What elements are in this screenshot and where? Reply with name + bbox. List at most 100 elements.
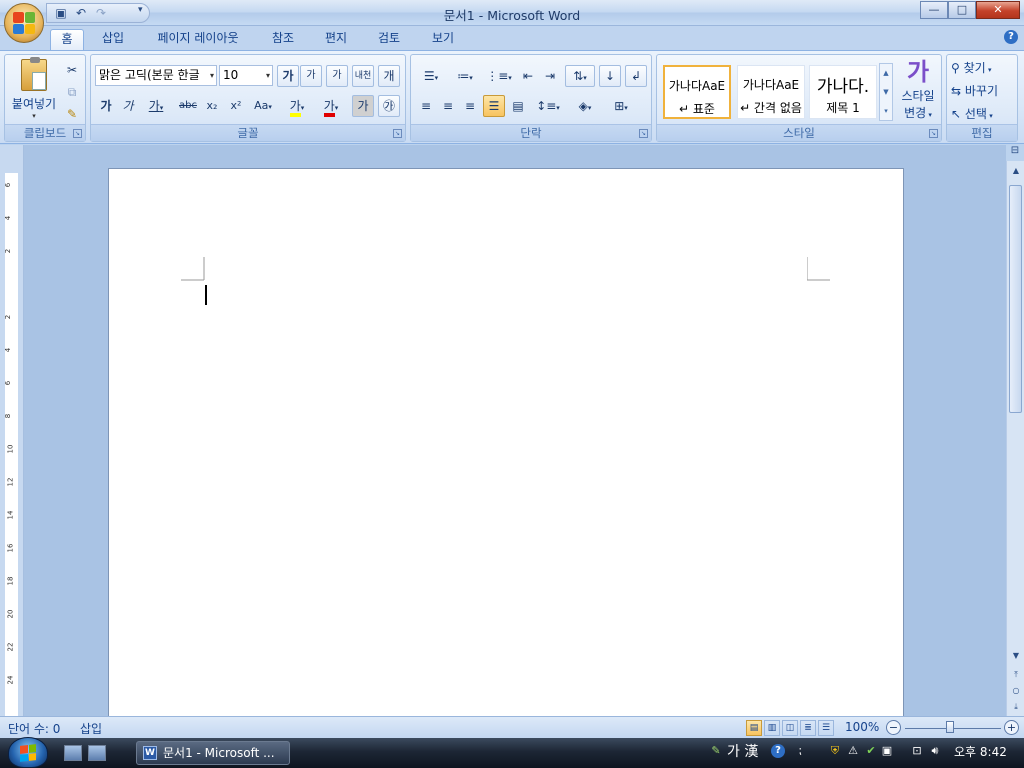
office-button[interactable] xyxy=(4,3,44,43)
help-icon[interactable]: ? xyxy=(1004,30,1018,44)
ime-options-icon[interactable]: ⁏ xyxy=(793,744,807,758)
zoom-slider-thumb[interactable] xyxy=(946,721,954,733)
enclose-characters-button[interactable]: ㉮ xyxy=(378,95,400,117)
format-painter-icon[interactable]: ✎ xyxy=(61,103,83,125)
next-page-icon[interactable]: ⤓ xyxy=(1008,699,1024,715)
font-size-combo[interactable]: 10 ▾ xyxy=(219,65,273,86)
previous-page-icon[interactable]: ⤒ xyxy=(1008,667,1024,683)
bold-button[interactable]: 가 xyxy=(95,95,117,117)
font-color-button[interactable]: 가▾ xyxy=(315,95,347,117)
distributed-button[interactable]: ▤ xyxy=(507,95,529,117)
switch-windows-icon[interactable] xyxy=(88,745,106,761)
font-name-combo[interactable]: 맑은 고딕(본문 한글 ▾ xyxy=(95,65,217,86)
phonetic-guide-button[interactable]: 내천 xyxy=(352,65,374,87)
numbering-button[interactable]: ≔▾ xyxy=(449,65,481,87)
word-count[interactable]: 단어 수: 0 xyxy=(8,720,60,737)
zoom-out-button[interactable]: − xyxy=(886,720,901,735)
find-button[interactable]: ⚲ 찾기 ▾ xyxy=(951,59,991,76)
style-heading-1[interactable]: 가나다. 제목 1 xyxy=(809,65,877,119)
tab-page-layout[interactable]: 페이지 레이아웃 xyxy=(148,29,248,50)
tab-insert[interactable]: 삽입 xyxy=(94,29,132,50)
change-case-button[interactable]: Aa▾ xyxy=(249,95,277,117)
change-styles-button[interactable]: 가 스타일 변경 ▾ xyxy=(897,57,939,123)
clock[interactable]: 오후 8:42 xyxy=(954,740,1007,764)
subscript-button[interactable]: x₂ xyxy=(201,95,223,117)
clear-format-button[interactable]: 가 xyxy=(326,65,348,87)
document-page[interactable] xyxy=(108,168,904,716)
network-icon[interactable]: ⊡ xyxy=(910,744,924,758)
insert-mode[interactable]: 삽입 xyxy=(80,720,102,737)
gallery-more-icon[interactable]: ▾ xyxy=(880,102,892,121)
cut-icon[interactable]: ✂ xyxy=(61,59,83,81)
font-launcher-icon[interactable]: ↘ xyxy=(393,129,402,138)
browse-object-icon[interactable]: ○ xyxy=(1008,683,1024,699)
tab-home[interactable]: 홈 xyxy=(50,29,84,50)
show-desktop-icon[interactable] xyxy=(64,745,82,761)
grow-font-button[interactable]: 가 xyxy=(277,65,299,87)
character-border-button[interactable]: 개 xyxy=(378,65,400,87)
print-layout-view-icon[interactable]: ▤ xyxy=(746,720,762,736)
scroll-up-icon[interactable]: ▲ xyxy=(1008,163,1024,179)
line-spacing-button[interactable]: ↕≡▾ xyxy=(533,95,563,117)
outline-view-icon[interactable]: ≣ xyxy=(800,720,816,736)
taskbar-word-button[interactable]: W 문서1 - Microsoft ... xyxy=(136,741,290,765)
scroll-down-icon[interactable]: ▼ xyxy=(1008,648,1024,664)
zoom-level[interactable]: 100% xyxy=(845,720,879,734)
italic-button[interactable]: 가 xyxy=(117,95,139,117)
check-icon[interactable]: ✔ xyxy=(864,744,878,758)
gallery-scroll[interactable]: ▲ ▼ ▾ xyxy=(879,63,893,121)
network-warning-icon[interactable]: ⚠ xyxy=(846,744,860,758)
draft-view-icon[interactable]: ☰ xyxy=(818,720,834,736)
shrink-font-button[interactable]: 가 xyxy=(300,65,322,87)
superscript-button[interactable]: x² xyxy=(225,95,247,117)
web-layout-icon[interactable]: ◫ xyxy=(782,720,798,736)
sort-button[interactable]: ↓ xyxy=(599,65,621,87)
device-icon[interactable]: ▣ xyxy=(880,744,894,758)
multilevel-list-button[interactable]: ⋮≡▾ xyxy=(483,65,515,87)
zoom-in-button[interactable]: + xyxy=(1004,720,1019,735)
maximize-button[interactable]: □ xyxy=(948,1,976,19)
tab-review[interactable]: 검토 xyxy=(369,29,409,50)
align-left-button[interactable]: ≡ xyxy=(415,95,437,117)
show-marks-button[interactable]: ↲ xyxy=(625,65,647,87)
vertical-ruler[interactable]: 6 4 2 2 4 6 8 10 12 14 16 18 20 22 24 xyxy=(0,145,24,716)
clipboard-launcher-icon[interactable]: ↘ xyxy=(73,129,82,138)
copy-icon[interactable]: ⧉ xyxy=(61,81,83,103)
strikethrough-button[interactable]: abc xyxy=(175,95,201,117)
ime-tools-icon[interactable]: ✎ xyxy=(709,744,723,758)
gallery-down-icon[interactable]: ▼ xyxy=(880,83,892,102)
increase-indent-button[interactable]: ⇥ xyxy=(539,65,561,87)
borders-button[interactable]: ⊞▾ xyxy=(605,95,637,117)
decrease-indent-button[interactable]: ⇤ xyxy=(517,65,539,87)
tab-view[interactable]: 보기 xyxy=(423,29,463,50)
highlight-button[interactable]: 가▾ xyxy=(281,95,313,117)
start-button[interactable] xyxy=(8,737,48,768)
volume-icon[interactable]: 🔊︎ xyxy=(928,744,942,758)
minimize-button[interactable]: — xyxy=(920,1,948,19)
gallery-up-icon[interactable]: ▲ xyxy=(880,64,892,83)
close-button[interactable]: ✕ xyxy=(976,1,1020,19)
tab-references[interactable]: 참조 xyxy=(263,29,303,50)
bullets-button[interactable]: ☰▾ xyxy=(415,65,447,87)
underline-button[interactable]: 가▾ xyxy=(141,95,171,117)
ruler-toggle-icon[interactable]: ⊟ xyxy=(1006,145,1024,161)
paragraph-launcher-icon[interactable]: ↘ xyxy=(639,129,648,138)
paste-button[interactable]: 붙여넣기 ▾ xyxy=(9,57,59,123)
align-center-button[interactable]: ≡ xyxy=(437,95,459,117)
security-shield-icon[interactable]: ⛨ xyxy=(828,744,842,758)
justify-button[interactable]: ☰ xyxy=(483,95,505,117)
scrollbar-thumb[interactable] xyxy=(1009,185,1022,413)
vertical-scrollbar[interactable]: ▲ ▼ ⤒ ○ ⤓ xyxy=(1006,161,1024,716)
shading-button[interactable]: ◈▾ xyxy=(569,95,601,117)
ime-indicator[interactable]: 가 漢 xyxy=(727,740,758,764)
select-button[interactable]: ↖ 선택 ▾ xyxy=(951,105,993,122)
tab-mailings[interactable]: 편지 xyxy=(316,29,356,50)
style-no-spacing[interactable]: 가나다AaE ↵ 간격 없음 xyxy=(737,65,805,119)
full-screen-reading-icon[interactable]: ▥ xyxy=(764,720,780,736)
style-normal[interactable]: 가나다AaE ↵ 표준 xyxy=(663,65,731,119)
align-right-button[interactable]: ≡ xyxy=(459,95,481,117)
character-shading-button[interactable]: 가 xyxy=(352,95,374,117)
replace-button[interactable]: ⇆ 바꾸기 xyxy=(951,82,998,99)
text-direction-button[interactable]: ⇅▾ xyxy=(565,65,595,87)
styles-launcher-icon[interactable]: ↘ xyxy=(929,129,938,138)
